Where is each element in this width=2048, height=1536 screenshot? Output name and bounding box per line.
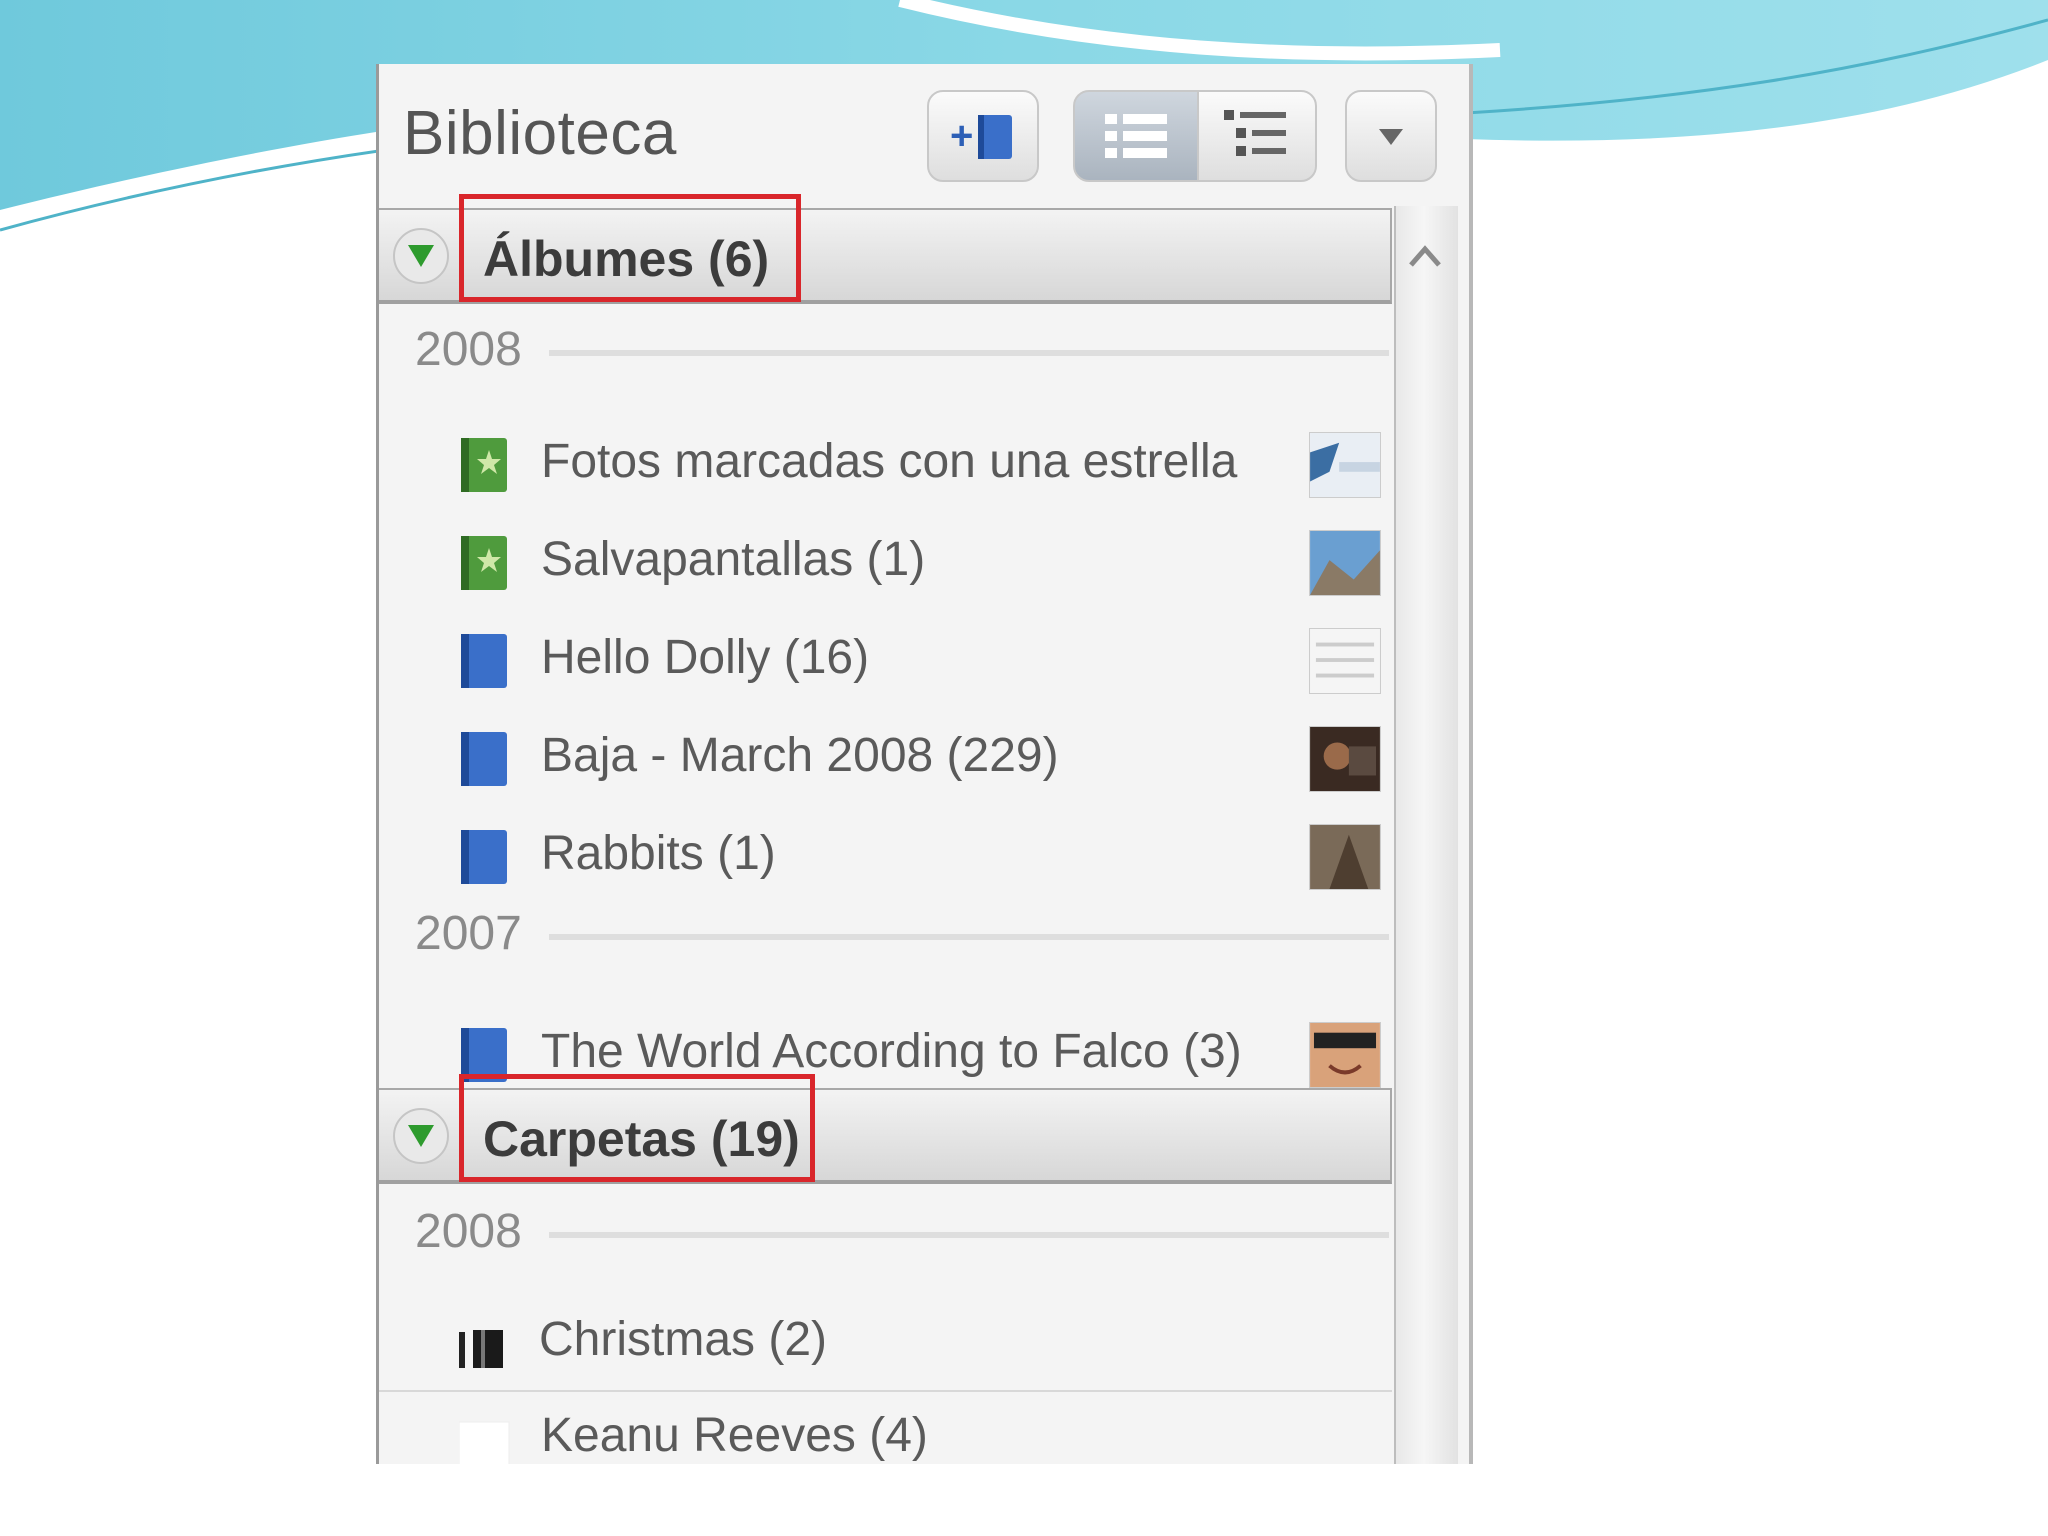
highlight-box (459, 1074, 815, 1182)
list-item[interactable]: Rabbits (1) (379, 808, 1392, 904)
list-item[interactable]: Salvapantallas (1) (379, 514, 1392, 610)
photo-thumbnail (1309, 530, 1381, 596)
svg-text:+: + (950, 114, 973, 158)
photo-thumbnail (1309, 824, 1381, 890)
item-label: Fotos marcadas con una estrella (541, 435, 1238, 488)
library-panel: Biblioteca + Álbumes (6) 2008 Fotos marc… (376, 64, 1473, 1464)
photo-thumbnail (1309, 726, 1381, 792)
item-label: Keanu Reeves (4) (541, 1409, 928, 1462)
item-label: The World According to Falco (3) (541, 1025, 1242, 1078)
list-item[interactable]: Hello Dolly (16) (379, 612, 1392, 708)
album-icon (461, 634, 507, 688)
triangle-down-icon (408, 245, 434, 267)
tree-view-icon (1224, 110, 1286, 156)
chevron-down-icon (1379, 129, 1403, 145)
starred-album-icon (461, 438, 507, 492)
add-album-icon: + (950, 114, 1012, 159)
chevron-up-icon (1409, 245, 1441, 267)
starred-album-icon (461, 536, 507, 590)
scroll-up-button[interactable] (1394, 206, 1456, 306)
tree-view-button[interactable] (1197, 90, 1317, 182)
item-label: Baja - March 2008 (229) (541, 729, 1059, 782)
panel-title: Biblioteca (403, 99, 677, 168)
year-divider (549, 350, 1389, 356)
options-menu-button[interactable] (1345, 90, 1437, 182)
triangle-down-icon (408, 1125, 434, 1147)
list-item[interactable]: Christmas (2) (379, 1294, 1392, 1392)
folders-section-header[interactable]: Carpetas (19) (379, 1074, 1392, 1184)
albums-section-header[interactable]: Álbumes (6) (379, 194, 1392, 304)
add-album-button[interactable]: + (927, 90, 1039, 182)
list-view-icon (1105, 114, 1167, 158)
collapse-toggle[interactable] (393, 228, 449, 284)
list-item[interactable]: Fotos marcadas con una estrella (379, 416, 1392, 512)
year-label: 2007 (415, 907, 522, 960)
year-divider (549, 934, 1389, 940)
list-item[interactable]: Keanu Reeves (4) (379, 1390, 1392, 1464)
photo-thumbnail (1309, 432, 1381, 498)
item-label: Hello Dolly (16) (541, 631, 870, 684)
list-view-button[interactable] (1073, 90, 1199, 182)
collapse-toggle[interactable] (393, 1108, 449, 1164)
item-label: Christmas (2) (539, 1313, 828, 1366)
year-divider (549, 1232, 1389, 1238)
highlight-box (459, 194, 801, 302)
photo-thumbnail (1309, 628, 1381, 694)
album-icon (461, 732, 507, 786)
year-label: 2008 (415, 323, 522, 376)
folder-icon (459, 1330, 503, 1368)
scrollbar[interactable] (1394, 206, 1458, 1464)
item-label: Rabbits (1) (541, 827, 776, 880)
year-label: 2008 (415, 1205, 522, 1258)
list-item[interactable]: Baja - March 2008 (229) (379, 710, 1392, 806)
folder-icon (459, 1421, 510, 1464)
album-icon (461, 830, 507, 884)
item-label: Salvapantallas (1) (541, 533, 926, 586)
photo-thumbnail (1309, 1022, 1381, 1088)
